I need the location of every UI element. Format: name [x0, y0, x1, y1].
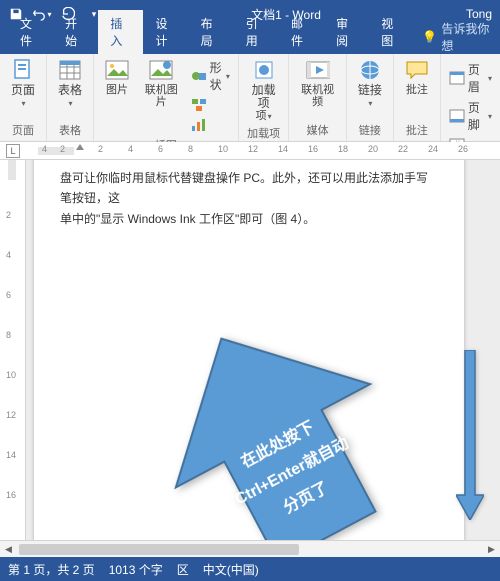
- smartart-button[interactable]: [189, 96, 232, 114]
- document-area: 2 4 6 8 10 12 14 16 盘可让你临时用鼠标代替键盘操作 PC。此…: [0, 160, 500, 540]
- group-label-media: 媒体: [293, 121, 341, 139]
- ruler-num: 2: [60, 144, 65, 154]
- ruler-num: 10: [218, 144, 228, 154]
- tell-me-label: 告诉我你想: [441, 20, 492, 54]
- video-label: 联机视频: [299, 84, 335, 108]
- comment-icon: [405, 58, 429, 82]
- shapes-icon: [191, 68, 207, 84]
- ruler-num: 26: [458, 144, 468, 154]
- vertical-ruler[interactable]: 2 4 6 8 10 12 14 16: [0, 160, 26, 540]
- tab-selector[interactable]: L: [6, 144, 20, 158]
- tell-me-search[interactable]: 💡 告诉我你想: [414, 20, 500, 54]
- chart-icon: [191, 117, 207, 133]
- online-picture-label: 联机图片: [144, 84, 179, 108]
- tab-mail[interactable]: 邮件: [279, 10, 324, 54]
- bulb-icon: 💡: [422, 30, 437, 44]
- ruler-num: 4: [128, 144, 133, 154]
- tab-review[interactable]: 审阅: [324, 10, 369, 54]
- tab-references[interactable]: 引用: [234, 10, 279, 54]
- ribbon-tabs: 文件 开始 插入 设计 布局 引用 邮件 审阅 视图 💡 告诉我你想: [0, 28, 500, 54]
- tab-view[interactable]: 视图: [369, 10, 414, 54]
- header-label: 页眉: [468, 61, 484, 95]
- tab-design[interactable]: 设计: [143, 10, 188, 54]
- addin-label: 加载项: [252, 83, 276, 110]
- picture-label: 图片: [106, 84, 128, 96]
- page-icon: [11, 58, 35, 82]
- scroll-left-icon[interactable]: ◀: [0, 542, 17, 557]
- page-viewport[interactable]: 盘可让你临时用鼠标代替键盘操作 PC。此外，还可以用此法添加手写笔按钮，这 单中…: [26, 160, 500, 540]
- ribbon: 页面▾ 页面 表格▾ 表格 图片 联机图片: [0, 54, 500, 142]
- ruler-num: 2: [98, 144, 103, 154]
- addin-icon: [252, 58, 276, 82]
- group-label-comment: 批注: [398, 121, 436, 139]
- footer-button[interactable]: 页脚▾: [447, 98, 494, 134]
- online-picture-icon: [149, 58, 173, 82]
- table-button[interactable]: 表格▾: [51, 56, 89, 111]
- table-icon: [58, 58, 82, 82]
- ruler-num: 8: [188, 144, 193, 154]
- tab-layout[interactable]: 布局: [189, 10, 234, 54]
- scroll-right-icon[interactable]: ▶: [483, 542, 500, 557]
- header-button[interactable]: 页眉▾: [447, 60, 494, 96]
- ruler-num: 4: [42, 144, 47, 154]
- online-picture-button[interactable]: 联机图片: [138, 56, 185, 110]
- group-label-page: 页面: [4, 121, 42, 139]
- ruler-num: 22: [398, 144, 408, 154]
- tab-insert[interactable]: 插入: [98, 10, 143, 54]
- picture-button[interactable]: 图片: [98, 56, 136, 98]
- comment-button[interactable]: 批注: [398, 56, 436, 98]
- ruler-num: 12: [248, 144, 258, 154]
- page-label: 页面: [11, 83, 35, 97]
- group-label-link: 链接: [351, 121, 389, 139]
- table-label: 表格: [58, 83, 82, 97]
- shapes-button[interactable]: 形状▾: [189, 58, 232, 94]
- smartart-icon: [191, 97, 207, 113]
- link-label: 链接: [358, 83, 382, 97]
- footer-icon: [449, 108, 465, 124]
- header-icon: [449, 70, 465, 86]
- comment-label: 批注: [406, 84, 428, 96]
- chart-button[interactable]: [189, 116, 232, 134]
- link-icon: [358, 58, 382, 82]
- ruler-num: 6: [158, 144, 163, 154]
- group-label-addin: 加载项: [243, 124, 285, 142]
- addin-button[interactable]: 加载项项▾: [243, 56, 285, 124]
- link-button[interactable]: 链接▾: [351, 56, 389, 111]
- footer-label: 页脚: [468, 99, 484, 133]
- ruler-num: 16: [308, 144, 318, 154]
- video-icon: [306, 58, 330, 82]
- status-wordcount[interactable]: 1013 个字: [109, 561, 163, 578]
- ruler-num: 18: [338, 144, 348, 154]
- user-name: Tong: [466, 7, 496, 21]
- horizontal-scrollbar[interactable]: ◀ ▶: [0, 540, 500, 557]
- status-language[interactable]: 中文(中国): [203, 561, 259, 578]
- page-button[interactable]: 页面▾: [4, 56, 42, 111]
- tab-file[interactable]: 文件: [8, 10, 53, 54]
- scroll-thumb[interactable]: [19, 544, 299, 555]
- status-proofing-icon[interactable]: 区: [177, 561, 189, 578]
- scroll-track[interactable]: [17, 542, 483, 557]
- horizontal-ruler[interactable]: L 4 2 2 4 6 8 10 12 14 16 18 20 22 24 26: [0, 142, 500, 160]
- status-page[interactable]: 第 1 页，共 2 页: [8, 561, 95, 578]
- shapes-label: 形状: [210, 59, 222, 93]
- tab-home[interactable]: 开始: [53, 10, 98, 54]
- ruler-num: 20: [368, 144, 378, 154]
- body-paragraph[interactable]: 单中的"显示 Windows Ink 工作区"即可（图 4）。: [60, 209, 438, 229]
- down-arrow-shape[interactable]: [456, 350, 484, 523]
- ruler-num: 14: [278, 144, 288, 154]
- picture-icon: [105, 58, 129, 82]
- video-button[interactable]: 联机视频: [293, 56, 341, 110]
- group-label-table: 表格: [51, 121, 89, 139]
- ruler-num: 24: [428, 144, 438, 154]
- body-paragraph[interactable]: 盘可让你临时用鼠标代替键盘操作 PC。此外，还可以用此法添加手写笔按钮，这: [60, 168, 438, 209]
